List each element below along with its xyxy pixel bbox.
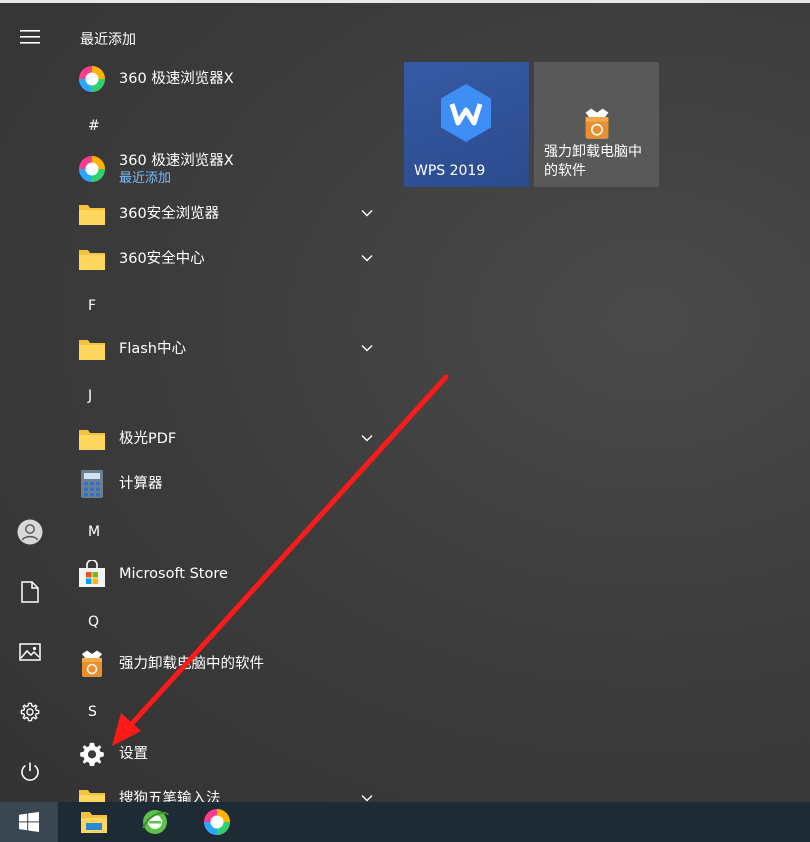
tile-label: WPS 2019 <box>414 163 486 179</box>
taskbar-360-browser[interactable] <box>189 802 245 842</box>
app-name: 设置 <box>119 746 148 762</box>
folder-icon <box>78 335 106 363</box>
recycle-box-icon <box>78 650 106 678</box>
app-name: Microsoft Store <box>119 566 228 582</box>
start-button[interactable] <box>0 802 58 842</box>
folder-icon <box>78 425 106 453</box>
letter-header-hash[interactable]: # <box>88 118 100 134</box>
folder-icon <box>78 785 106 802</box>
recently-added-badge: 最近添加 <box>119 170 172 186</box>
start-rail <box>0 0 60 802</box>
app-list: 最近添加 360 极速浏览器X # 360 极速浏览器X 最近添加 360安全浏… <box>70 0 390 802</box>
settings-rail-button[interactable] <box>0 688 60 736</box>
account-button[interactable] <box>0 508 60 556</box>
user-icon <box>17 519 43 545</box>
taskbar-green-browser[interactable] <box>127 802 183 842</box>
windows-icon <box>19 812 39 832</box>
app-name: Flash中心 <box>119 341 186 357</box>
recently-added-header: 最近添加 <box>80 32 136 48</box>
app-folder-jiguang-pdf[interactable]: 极光PDF <box>70 417 390 461</box>
tile-label-line1: 强力卸载电脑中 <box>544 144 642 160</box>
app-name: 360安全浏览器 <box>119 206 220 222</box>
recycle-box-icon <box>582 108 612 140</box>
hamburger-menu-button[interactable] <box>0 13 60 61</box>
wps-icon <box>435 82 497 144</box>
app-item-uninstaller[interactable]: 强力卸载电脑中的软件 <box>70 642 390 686</box>
chevron-down-icon[interactable] <box>360 251 374 265</box>
letter-header-q[interactable]: Q <box>88 614 99 630</box>
start-menu: 最近添加 360 极速浏览器X # 360 极速浏览器X 最近添加 360安全浏… <box>0 0 810 802</box>
app-name: 搜狗五笔输入法 <box>119 791 221 802</box>
chevron-down-icon[interactable] <box>360 791 374 802</box>
app-name: 360安全中心 <box>119 251 205 267</box>
taskbar-file-explorer[interactable] <box>66 802 122 842</box>
power-icon <box>21 762 39 781</box>
app-name: 计算器 <box>119 476 163 492</box>
documents-button[interactable] <box>0 568 60 616</box>
app-folder-flash-center[interactable]: Flash中心 <box>70 327 390 371</box>
file-explorer-icon <box>81 812 107 833</box>
app-folder-360-safe-center[interactable]: 360安全中心 <box>70 237 390 281</box>
taskbar <box>0 802 810 842</box>
app-folder-360-safe-browser[interactable]: 360安全浏览器 <box>70 192 390 236</box>
picture-icon <box>19 643 41 661</box>
calculator-icon <box>78 470 106 498</box>
app-name: 360 极速浏览器X <box>119 152 234 169</box>
browser-green-e-icon <box>142 810 169 834</box>
app-item-microsoft-store[interactable]: Microsoft Store <box>70 552 390 596</box>
letter-header-f[interactable]: F <box>88 298 96 314</box>
chevron-down-icon[interactable] <box>360 206 374 220</box>
chevron-down-icon[interactable] <box>360 341 374 355</box>
app-item-calculator[interactable]: 计算器 <box>70 462 390 506</box>
app-folder-sogou-wubi[interactable]: 搜狗五笔输入法 <box>70 777 390 802</box>
gear-icon <box>78 740 106 768</box>
letter-header-j[interactable]: J <box>88 388 92 404</box>
folder-icon <box>78 245 106 273</box>
app-name: 360 极速浏览器X <box>119 71 234 87</box>
chevron-down-icon[interactable] <box>360 431 374 445</box>
browser-360-icon <box>78 155 106 183</box>
app-name: 强力卸载电脑中的软件 <box>119 656 264 672</box>
folder-icon <box>78 200 106 228</box>
app-name: 极光PDF <box>119 431 177 447</box>
app-item-360-browser-x-recent[interactable]: 360 极速浏览器X <box>70 57 390 101</box>
tile-wps-2019[interactable]: WPS 2019 <box>404 62 529 187</box>
store-icon <box>78 560 106 588</box>
browser-360-icon <box>204 809 230 835</box>
hamburger-icon <box>20 30 40 44</box>
app-item-settings[interactable]: 设置 <box>70 732 390 776</box>
letter-header-s[interactable]: S <box>88 704 97 720</box>
tile-label: 强力卸载电脑中 的软件 <box>544 143 642 181</box>
letter-header-m[interactable]: M <box>88 524 100 540</box>
document-icon <box>21 581 39 603</box>
app-item-360-browser-x[interactable]: 360 极速浏览器X 最近添加 <box>70 147 390 191</box>
browser-360-icon <box>78 65 106 93</box>
power-button[interactable] <box>0 748 60 796</box>
tile-label-line2: 的软件 <box>544 163 586 179</box>
tile-uninstaller[interactable]: 强力卸载电脑中 的软件 <box>534 62 659 187</box>
gear-icon <box>20 702 40 722</box>
pictures-button[interactable] <box>0 628 60 676</box>
